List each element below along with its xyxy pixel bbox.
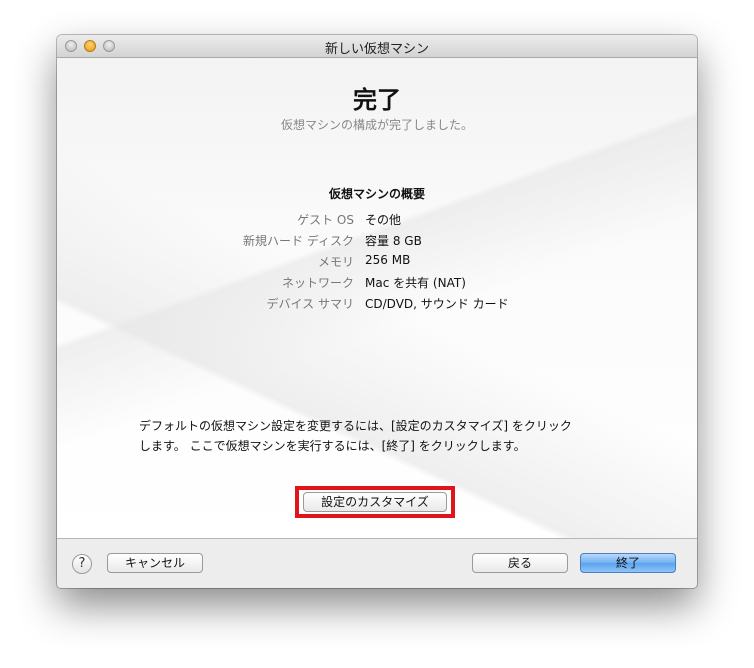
help-button[interactable]: ? <box>72 554 92 574</box>
summary-label: 新規ハード ディスク <box>243 234 354 248</box>
summary-value: Mac を共有 (NAT) <box>365 276 466 290</box>
new-vm-window: 新しい仮想マシン 完了 仮想マシンの構成が完了しました。 仮想マシンの概要 ゲス… <box>57 35 697 588</box>
summary-value: 256 MB <box>365 253 411 267</box>
summary-row-guest-os: ゲスト OS その他 <box>57 211 697 229</box>
summary-value: CD/DVD, サウンド カード <box>365 297 509 311</box>
instructions-text: デフォルトの仮想マシン設定を変更するには、[設定のカスタマイズ] をクリック し… <box>139 416 619 456</box>
summary-label: メモリ <box>317 255 354 269</box>
summary-title: 仮想マシンの概要 <box>328 187 425 201</box>
summary-label: ゲスト OS <box>297 213 354 227</box>
back-button[interactable]: 戻る <box>472 553 568 573</box>
summary-value: 容量 8 GB <box>365 234 422 248</box>
summary-value: その他 <box>365 213 402 227</box>
instructions-line-2: します。 ここで仮想マシンを実行するには、[終了] をクリックします。 <box>139 439 526 453</box>
summary-row-devices: デバイス サマリ CD/DVD, サウンド カード <box>57 295 697 313</box>
summary-row-hard-disk: 新規ハード ディスク 容量 8 GB <box>57 232 697 250</box>
page-subtitle: 仮想マシンの構成が完了しました。 <box>280 118 473 132</box>
summary-row-network: ネットワーク Mac を共有 (NAT) <box>57 274 697 292</box>
content-pane: 完了 仮想マシンの構成が完了しました。 仮想マシンの概要 ゲスト OS その他 … <box>57 58 697 539</box>
summary-label: デバイス サマリ <box>266 297 354 311</box>
title-bar: 新しい仮想マシン <box>57 35 697 58</box>
summary-label: ネットワーク <box>281 276 354 290</box>
window-title: 新しい仮想マシン <box>324 42 429 57</box>
cancel-button[interactable]: キャンセル <box>107 553 203 573</box>
page-title: 完了 <box>353 86 401 114</box>
summary-row-memory: メモリ 256 MB <box>57 253 697 271</box>
customize-settings-button[interactable]: 設定のカスタマイズ <box>303 492 447 512</box>
instructions-line-1: デフォルトの仮想マシン設定を変更するには、[設定のカスタマイズ] をクリック <box>139 419 572 433</box>
finish-button[interactable]: 終了 <box>580 553 676 573</box>
